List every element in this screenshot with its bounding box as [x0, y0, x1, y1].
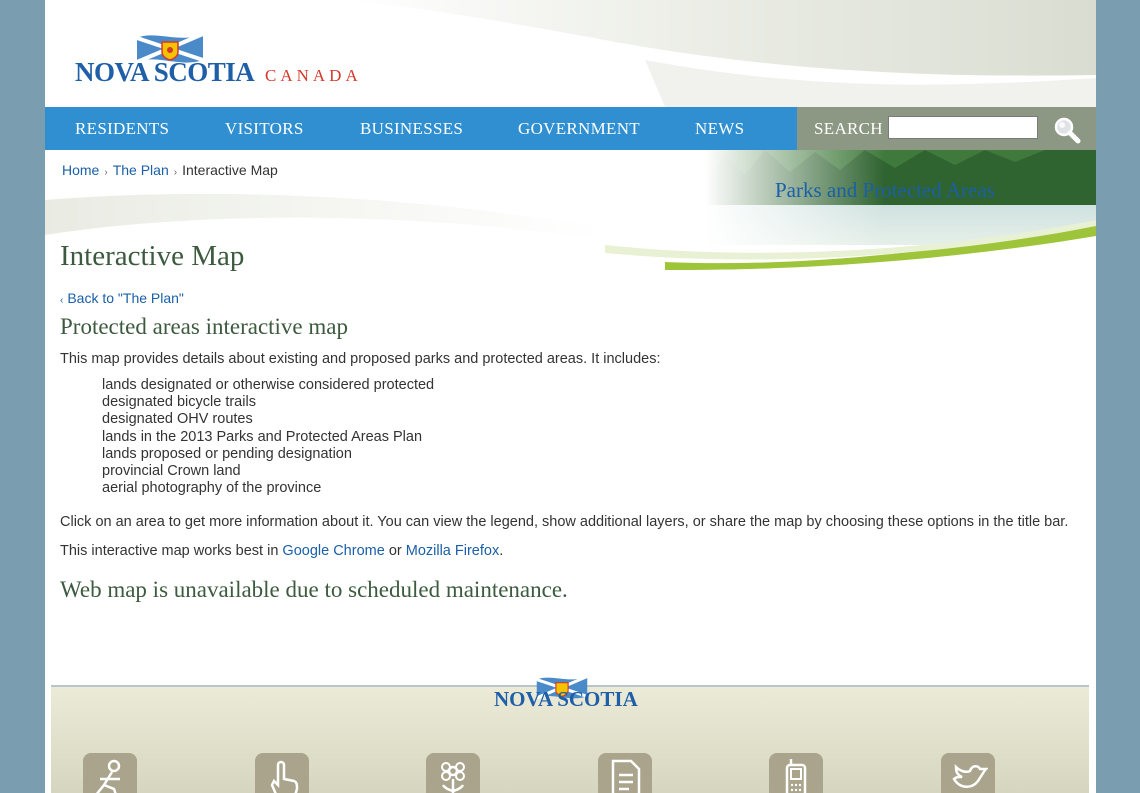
breadcrumb-the-plan[interactable]: The Plan [113, 162, 169, 178]
page-title: Interactive Map [60, 240, 245, 272]
browser-prefix: This interactive map works best in [60, 543, 279, 559]
logo-text: NOVA SCOTIA [75, 57, 255, 87]
back-link[interactable]: ‹ Back to "The Plan" [60, 290, 184, 306]
breadcrumb-current: Interactive Map [182, 162, 278, 178]
nav-visitors[interactable]: VISITORS [225, 107, 304, 150]
page: NOVA SCOTIA CANADA RESIDENTS VISITORS BU… [45, 0, 1096, 793]
site-header: NOVA SCOTIA CANADA [45, 0, 1096, 107]
breadcrumb-separator: › [173, 167, 178, 178]
breadcrumb: Home › The Plan › Interactive Map [62, 162, 278, 178]
list-item: provincial Crown land [102, 462, 241, 479]
nav-residents[interactable]: RESIDENTS [75, 107, 169, 150]
google-chrome-link[interactable]: Google Chrome [282, 543, 384, 559]
nav-businesses[interactable]: BUSINESSES [360, 107, 463, 150]
list-item: designated OHV routes [102, 411, 253, 428]
feature-list: lands designated or otherwise considered… [102, 377, 434, 497]
search-input[interactable] [888, 116, 1038, 139]
site-footer: NOVA SCOTIA [51, 675, 1089, 793]
maintenance-notice: Web map is unavailable due to scheduled … [60, 577, 568, 602]
click-info-text: Click on an area to get more information… [60, 514, 1069, 530]
list-item: aerial photography of the province [102, 480, 322, 497]
section-heading: Protected areas interactive map [60, 314, 348, 339]
flower-icon[interactable] [426, 753, 480, 793]
section-title[interactable]: Parks and Protected Areas [775, 178, 995, 203]
search-icon[interactable] [1053, 116, 1081, 144]
hand-pointer-icon[interactable] [255, 753, 309, 793]
list-item: lands in the 2013 Parks and Protected Ar… [102, 428, 423, 445]
chevron-left-icon: ‹ [60, 295, 64, 306]
list-item: lands proposed or pending designation [102, 445, 352, 462]
mozilla-firefox-link[interactable]: Mozilla Firefox [406, 543, 499, 559]
search-bar: SEARCH [797, 107, 1096, 150]
nav-government[interactable]: GOVERNMENT [518, 107, 640, 150]
intro-text: This map provides details about existing… [60, 351, 661, 367]
nav-news[interactable]: NEWS [695, 107, 744, 150]
browser-or: or [388, 543, 402, 559]
document-icon[interactable] [598, 753, 652, 793]
search-label: SEARCH [814, 119, 883, 138]
breadcrumb-home[interactable]: Home [62, 162, 99, 178]
list-item: lands designated or otherwise considered… [102, 377, 435, 393]
footer-logo-text: NOVA SCOTIA [494, 687, 638, 711]
breadcrumb-separator: › [104, 167, 108, 178]
list-item: designated bicycle trails [102, 394, 256, 411]
browser-info: This interactive map works best in Googl… [60, 543, 503, 559]
browser-suffix: . [499, 543, 504, 559]
back-link-label: Back to "The Plan" [67, 290, 184, 306]
mobile-phone-icon[interactable] [769, 753, 823, 793]
bird-icon[interactable] [941, 753, 995, 793]
main-nav: RESIDENTS VISITORS BUSINESSES GOVERNMENT… [45, 107, 797, 150]
person-reading-icon[interactable] [83, 753, 137, 793]
logo-canada: CANADA [265, 66, 362, 85]
